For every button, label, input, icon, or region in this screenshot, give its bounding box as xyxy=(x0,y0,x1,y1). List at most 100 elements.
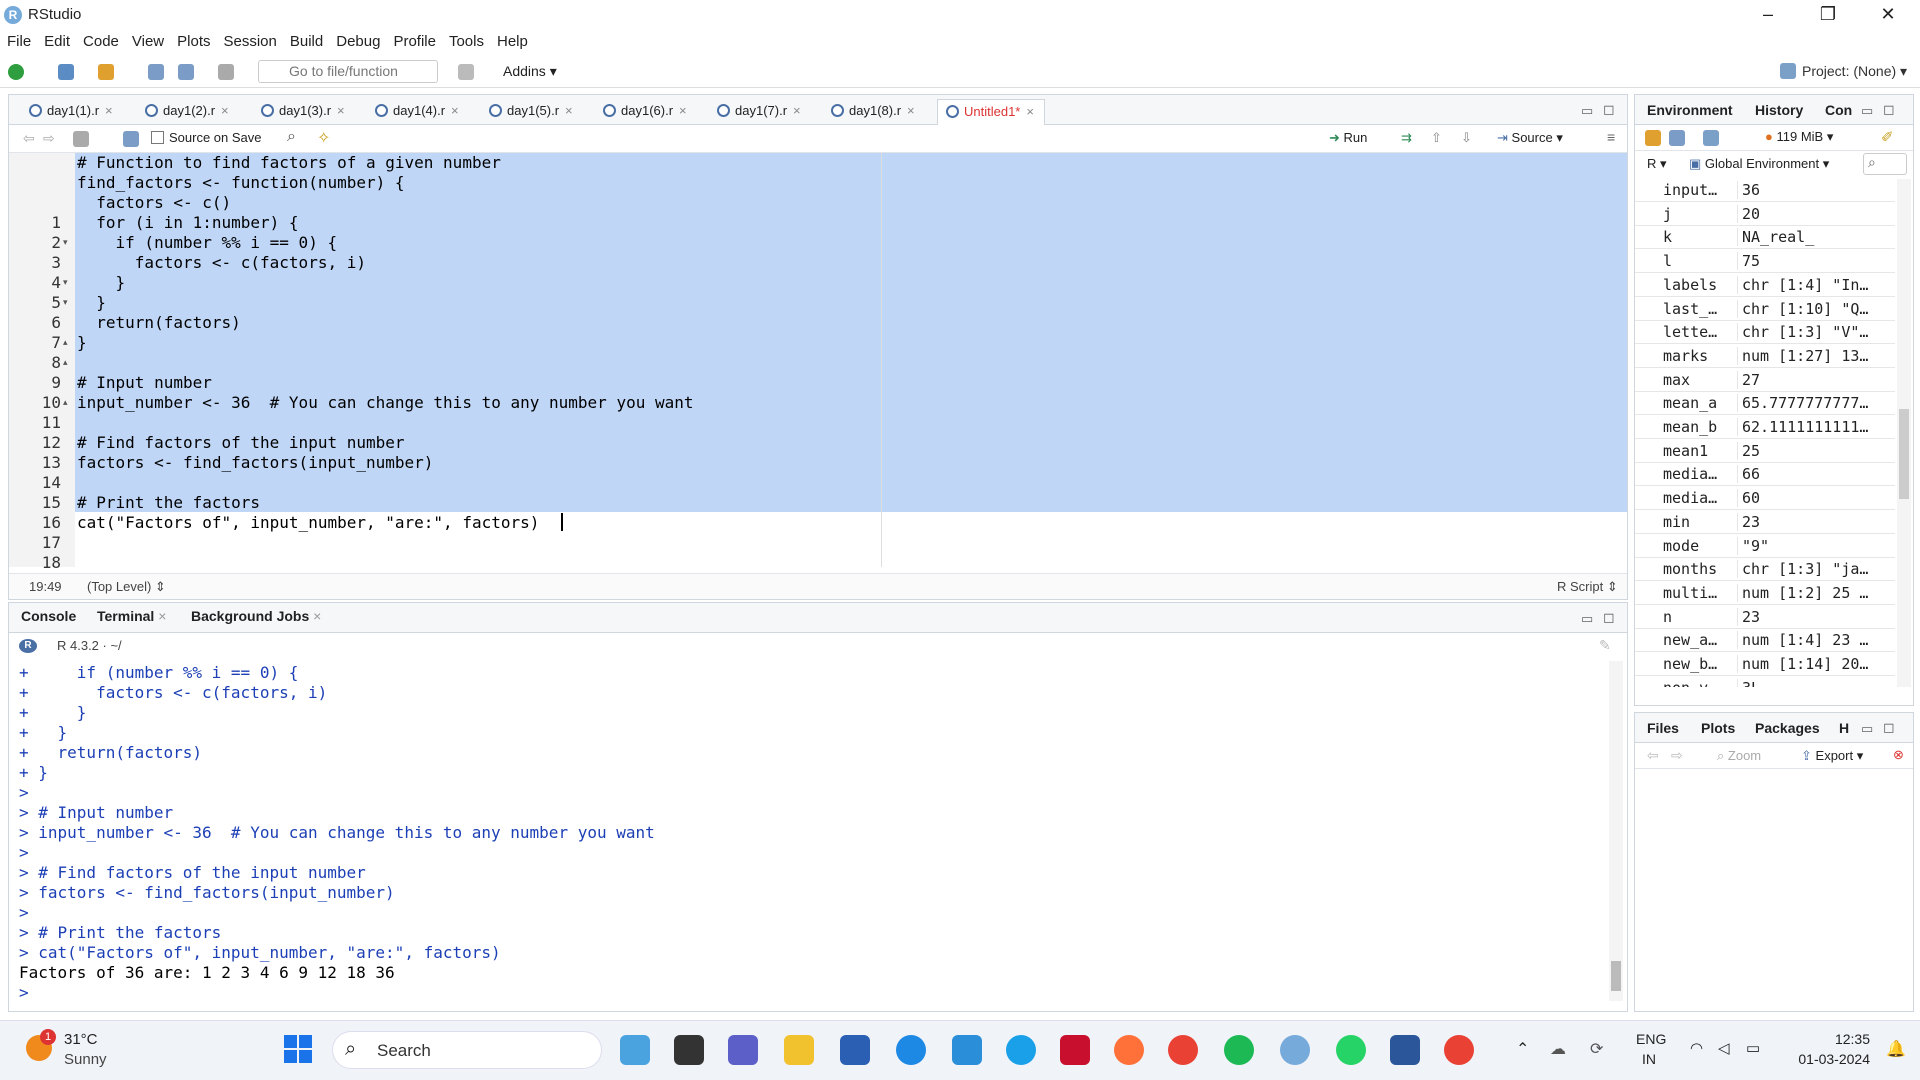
run-button[interactable]: ➜ Run xyxy=(1329,130,1367,146)
copilot-icon[interactable] xyxy=(620,1035,650,1065)
code-line[interactable]: # Print the factors xyxy=(77,493,260,512)
rstudio-taskbar-icon[interactable] xyxy=(1280,1035,1310,1065)
environment-row[interactable]: mean1 25 xyxy=(1635,440,1895,463)
environment-row[interactable]: months chr [1:3] "ja… xyxy=(1635,558,1895,582)
rerun-icon[interactable]: ⇉ xyxy=(1401,130,1412,146)
import-dataset-icon[interactable] xyxy=(1703,130,1719,146)
tab-terminal[interactable]: Terminal × xyxy=(97,608,166,624)
new-project-icon[interactable] xyxy=(58,64,74,80)
onedrive-icon[interactable]: ☁ xyxy=(1550,1039,1566,1059)
scope-selector[interactable]: (Top Level) ⇕ xyxy=(87,579,166,595)
environment-row[interactable]: media… 66 xyxy=(1635,463,1895,487)
outline-icon[interactable]: ≡ xyxy=(1607,129,1615,145)
file-type-selector[interactable]: R Script ⇕ xyxy=(1557,579,1618,595)
menu-debug[interactable]: Debug xyxy=(329,30,386,50)
tab-day1-6[interactable]: day1(6).r × xyxy=(595,99,687,125)
clear-console-icon[interactable]: ✎ xyxy=(1599,637,1611,654)
myhp-icon[interactable] xyxy=(952,1035,982,1065)
environment-search[interactable]: ⌕ xyxy=(1863,153,1907,175)
menu-help[interactable]: Help xyxy=(490,30,534,50)
close-tab-icon[interactable]: × xyxy=(313,608,321,624)
code-line[interactable]: # Input number xyxy=(77,373,212,392)
maximize-pane-icon[interactable]: ◻ xyxy=(1883,719,1895,736)
menu-plots[interactable]: Plots xyxy=(170,30,216,50)
menu-view[interactable]: View xyxy=(125,30,170,50)
close-button[interactable]: ✕ xyxy=(1860,0,1916,30)
tab-day1-3[interactable]: day1(3).r × xyxy=(253,99,345,125)
clock-date[interactable]: 01-03-2024 xyxy=(1786,1051,1870,1067)
code-line[interactable]: input_number <- 36 # You can change this… xyxy=(77,393,694,412)
tab-plots[interactable]: Plots xyxy=(1701,720,1735,736)
region-indicator[interactable]: IN xyxy=(1642,1051,1656,1067)
forward-icon[interactable]: ⇨ xyxy=(43,130,55,147)
code-line[interactable]: return(factors) xyxy=(77,313,241,332)
environment-row[interactable]: mean_b 62.1111111111… xyxy=(1635,416,1895,439)
close-tab-icon[interactable]: × xyxy=(221,103,229,118)
fold-toggle-icon[interactable]: ▾ xyxy=(63,297,68,308)
tab-help[interactable]: H xyxy=(1839,720,1849,736)
remove-plot-icon[interactable]: ⊗ xyxy=(1893,747,1904,763)
spotify-icon[interactable] xyxy=(1224,1035,1254,1065)
code-line[interactable]: factors <- c(factors, i) xyxy=(77,253,366,272)
tab-console[interactable]: Console xyxy=(21,608,76,624)
menu-tools[interactable]: Tools xyxy=(442,30,490,50)
file-explorer-icon[interactable] xyxy=(784,1035,814,1065)
notifications-icon[interactable]: 🔔 xyxy=(1886,1039,1906,1059)
menu-session[interactable]: Session xyxy=(217,30,283,50)
tab-history[interactable]: History xyxy=(1755,102,1803,118)
menu-code[interactable]: Code xyxy=(76,30,125,50)
language-indicator[interactable]: ENG xyxy=(1636,1031,1666,1047)
chrome-profile-icon[interactable] xyxy=(1444,1035,1474,1065)
environment-row[interactable]: n 23 xyxy=(1635,606,1895,629)
code-line[interactable]: factors <- c() xyxy=(77,193,231,212)
source-on-save-checkbox[interactable] xyxy=(151,131,164,144)
word-icon[interactable] xyxy=(1390,1035,1420,1065)
tab-untitled1[interactable]: Untitled1* × xyxy=(937,99,1045,125)
print-icon[interactable] xyxy=(218,64,234,80)
wifi-icon[interactable]: ◠ xyxy=(1690,1039,1703,1057)
tab-files[interactable]: Files xyxy=(1647,720,1679,736)
taskbar-search[interactable]: ⌕ Search xyxy=(332,1031,602,1069)
minimize-pane-icon[interactable]: ▭ xyxy=(1861,103,1873,119)
save-workspace-icon[interactable] xyxy=(1669,130,1685,146)
code-line[interactable]: if (number %% i == 0) { xyxy=(77,233,338,252)
volume-icon[interactable]: ◁ xyxy=(1718,1039,1730,1057)
clock-time[interactable]: 12:35 xyxy=(1800,1031,1870,1047)
code-line[interactable]: } xyxy=(77,293,106,312)
grid-layout-icon[interactable] xyxy=(458,64,474,80)
close-tab-icon[interactable]: × xyxy=(679,103,687,118)
close-tab-icon[interactable]: × xyxy=(1026,104,1034,119)
minimize-pane-icon[interactable]: ▭ xyxy=(1581,611,1593,627)
code-line[interactable]: find_factors <- function(number) { xyxy=(77,173,405,192)
save-icon[interactable] xyxy=(148,64,164,80)
sync-icon[interactable]: ⟳ xyxy=(1590,1039,1603,1059)
tab-environment[interactable]: Environment xyxy=(1647,102,1733,118)
new-file-icon[interactable] xyxy=(8,64,24,80)
battery-icon[interactable]: ▭ xyxy=(1746,1039,1760,1057)
show-hidden-icons-icon[interactable]: ⌃ xyxy=(1516,1039,1529,1059)
close-tab-icon[interactable]: × xyxy=(158,608,166,624)
close-tab-icon[interactable]: × xyxy=(105,103,113,118)
up-icon[interactable]: ⇧ xyxy=(1431,130,1442,146)
environment-row[interactable]: lette… chr [1:3] "V"… xyxy=(1635,321,1895,345)
maximize-pane-icon[interactable]: ◻ xyxy=(1603,609,1615,626)
fold-toggle-icon[interactable]: ▾ xyxy=(63,237,68,248)
close-tab-icon[interactable]: × xyxy=(451,103,459,118)
save-icon[interactable] xyxy=(123,131,139,147)
language-selector[interactable]: R ▾ xyxy=(1647,156,1667,172)
code-line[interactable]: # Find factors of the input number xyxy=(77,433,405,452)
fold-toggle-icon[interactable]: ▴ xyxy=(63,337,68,348)
addins-button[interactable]: Addins ▾ xyxy=(503,63,557,80)
firefox-icon[interactable] xyxy=(1114,1035,1144,1065)
source-button[interactable]: ⇥ Source ▾ xyxy=(1497,130,1563,146)
whatsapp-icon[interactable] xyxy=(1336,1035,1366,1065)
environment-row[interactable]: mode "9" xyxy=(1635,535,1895,558)
minimize-pane-icon[interactable]: ▭ xyxy=(1861,721,1873,737)
project-menu[interactable]: Project: (None) ▾ xyxy=(1802,63,1907,80)
environment-scrollbar[interactable] xyxy=(1897,179,1911,687)
clear-workspace-icon[interactable]: ✐ xyxy=(1881,128,1894,146)
tab-connections[interactable]: Con xyxy=(1825,102,1852,118)
maximize-pane-icon[interactable]: ◻ xyxy=(1603,101,1615,118)
edge-icon[interactable] xyxy=(896,1035,926,1065)
environment-row[interactable]: max 27 xyxy=(1635,369,1895,392)
